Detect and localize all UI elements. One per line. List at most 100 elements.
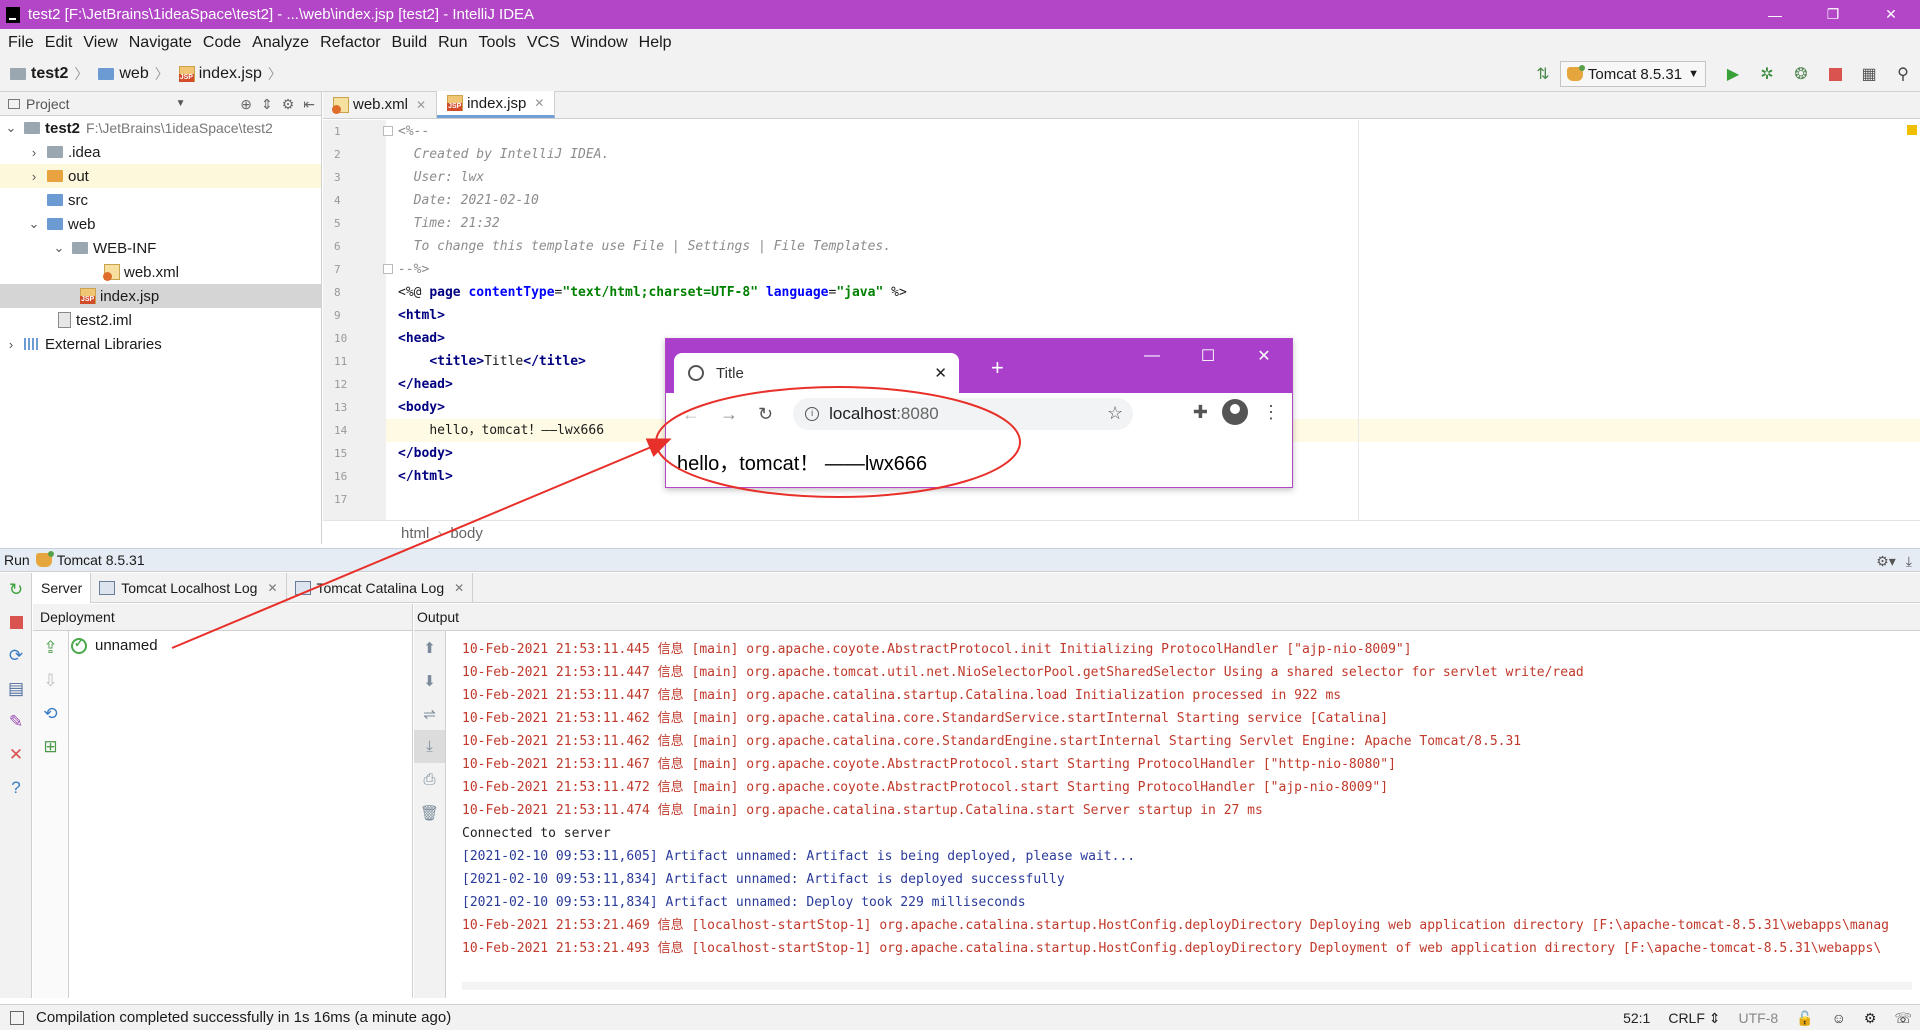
- menu-code[interactable]: Code: [199, 34, 248, 52]
- profile-avatar-icon[interactable]: [1222, 399, 1248, 425]
- gear-icon[interactable]: ⚙▾: [1876, 553, 1896, 570]
- tab-server[interactable]: Server: [33, 573, 92, 603]
- rerun-icon[interactable]: ↻: [0, 573, 32, 606]
- close-tab-icon[interactable]: ✕: [534, 96, 544, 110]
- stop-icon[interactable]: [1824, 63, 1846, 85]
- expanded-arrow-icon[interactable]: ⌄: [52, 240, 66, 256]
- caret-position[interactable]: 52:1: [1623, 1010, 1650, 1026]
- scroll-up-icon[interactable]: ⬆: [414, 631, 445, 664]
- print-icon[interactable]: ⎙: [414, 763, 445, 796]
- project-structure-icon[interactable]: ▦: [1858, 63, 1880, 85]
- bookmark-star-icon[interactable]: ☆: [1107, 403, 1123, 424]
- menu-navigate[interactable]: Navigate: [125, 34, 199, 52]
- collapsed-arrow-icon[interactable]: ›: [4, 337, 18, 352]
- tab-tomcat-localhost-log[interactable]: Tomcat Localhost Log ✕: [91, 573, 287, 603]
- tree-item-project-root[interactable]: ⌄ test2 F:\JetBrains\1ideaSpace\test2: [0, 116, 321, 140]
- menu-file[interactable]: File: [4, 34, 41, 52]
- tree-item-web-inf[interactable]: ⌄ WEB-INF: [0, 236, 321, 260]
- update-icon[interactable]: ⟳: [0, 639, 32, 672]
- menu-build[interactable]: Build: [388, 34, 435, 52]
- hide-panel-icon[interactable]: ⤓: [1906, 553, 1912, 570]
- tree-item-web-xml[interactable]: web.xml: [0, 260, 321, 284]
- collapsed-arrow-icon[interactable]: ›: [27, 145, 41, 160]
- tab-tomcat-catalina-log[interactable]: Tomcat Catalina Log ✕: [287, 573, 474, 603]
- collapsed-arrow-icon[interactable]: ›: [27, 169, 41, 184]
- breadcrumb-project[interactable]: test2 〉: [0, 64, 88, 84]
- help-icon[interactable]: ?: [0, 771, 32, 804]
- inspector-icon[interactable]: ☺: [1832, 1010, 1846, 1026]
- run-configuration-select[interactable]: Tomcat 8.5.31 ▼: [1559, 61, 1706, 87]
- breadcrumb-file[interactable]: index.jsp 〉: [169, 64, 282, 84]
- locate-icon[interactable]: ⊕: [240, 96, 252, 113]
- browser-tab[interactable]: Title ✕: [674, 353, 959, 393]
- menu-edit[interactable]: Edit: [41, 34, 80, 52]
- tab-index-jsp[interactable]: index.jsp ✕: [437, 91, 556, 118]
- restore-button[interactable]: ❐: [1804, 0, 1862, 29]
- gear-icon[interactable]: ⚙: [282, 96, 295, 113]
- lock-icon[interactable]: 🔓: [1796, 1010, 1813, 1027]
- tree-item-src[interactable]: src: [0, 188, 321, 212]
- expanded-arrow-icon[interactable]: ⌄: [4, 120, 18, 136]
- tree-item-web[interactable]: ⌄ web: [0, 212, 321, 236]
- menu-help[interactable]: Help: [635, 34, 679, 52]
- maximize-icon[interactable]: ☐: [1180, 339, 1236, 373]
- close-icon[interactable]: ✕: [1236, 339, 1292, 373]
- fold-marker-icon[interactable]: [383, 264, 393, 274]
- chevron-down-icon[interactable]: ▼: [176, 98, 186, 109]
- back-icon[interactable]: ←: [682, 404, 700, 425]
- menu-window[interactable]: Window: [567, 34, 635, 52]
- deploy-all-icon[interactable]: ⇪: [33, 631, 68, 664]
- status-message[interactable]: Compilation completed successfully in 1s…: [36, 1009, 451, 1026]
- event-log-icon[interactable]: ☏: [1894, 1010, 1912, 1027]
- coverage-icon[interactable]: ❂: [1790, 63, 1812, 85]
- console-output[interactable]: 10-Feb-2021 21:53:11.445 信息 [main] org.a…: [462, 638, 1912, 960]
- close-tab-icon[interactable]: ✕: [934, 364, 947, 382]
- expanded-arrow-icon[interactable]: ⌄: [27, 216, 41, 232]
- pin-icon[interactable]: ✎: [0, 705, 32, 738]
- close-button[interactable]: ✕: [1862, 0, 1920, 29]
- tab-web-xml[interactable]: web.xml ✕: [323, 91, 438, 118]
- menu-vcs[interactable]: VCS: [523, 34, 567, 52]
- new-tab-icon[interactable]: +: [991, 355, 1004, 381]
- memory-icon[interactable]: ⚙: [1864, 1010, 1877, 1027]
- clear-all-icon[interactable]: 🗑: [414, 796, 445, 829]
- scroll-to-end-icon[interactable]: ⤓: [414, 730, 445, 763]
- hide-icon[interactable]: ⇤: [303, 96, 315, 113]
- editor-breadcrumb-body[interactable]: body: [450, 525, 483, 542]
- close-icon[interactable]: ✕: [0, 738, 32, 771]
- tool-windows-icon[interactable]: [10, 1010, 24, 1025]
- deployment-item-unnamed[interactable]: unnamed: [71, 636, 158, 654]
- tree-item-out[interactable]: › out: [0, 164, 321, 188]
- minimize-button[interactable]: —: [1746, 0, 1804, 29]
- stop-icon[interactable]: [0, 606, 32, 639]
- project-panel-title[interactable]: Project: [26, 96, 70, 112]
- forward-icon[interactable]: →: [720, 404, 738, 425]
- menu-view[interactable]: View: [79, 34, 124, 52]
- menu-kebab-icon[interactable]: ⋮: [1262, 402, 1280, 423]
- menu-tools[interactable]: Tools: [474, 34, 522, 52]
- horizontal-scrollbar[interactable]: [462, 982, 1912, 990]
- tree-item-test2-iml[interactable]: test2.iml: [0, 308, 321, 332]
- soft-wrap-icon[interactable]: ⇌: [414, 697, 445, 730]
- close-tab-icon[interactable]: ✕: [454, 581, 464, 595]
- info-icon[interactable]: i: [805, 407, 820, 421]
- editor-breadcrumb-html[interactable]: html: [401, 525, 429, 542]
- tree-item-external-libraries[interactable]: › External Libraries: [0, 332, 321, 356]
- line-separator[interactable]: CRLF ⇕: [1668, 1010, 1720, 1027]
- menu-refactor[interactable]: Refactor: [316, 34, 387, 52]
- sort-icon[interactable]: ⇅: [1532, 63, 1554, 85]
- menu-analyze[interactable]: Analyze: [248, 34, 316, 52]
- menu-run[interactable]: Run: [434, 34, 474, 52]
- artifact-icon[interactable]: ⊞: [33, 730, 68, 763]
- reload-icon[interactable]: ↻: [758, 404, 773, 425]
- collapse-icon[interactable]: ⇕: [261, 96, 273, 113]
- search-icon[interactable]: ⚲: [1892, 63, 1914, 85]
- address-bar[interactable]: i localhost:8080 ☆: [793, 398, 1134, 430]
- layout-icon[interactable]: ▤: [0, 672, 32, 705]
- warning-stripe-marker[interactable]: [1907, 125, 1917, 135]
- redeploy-icon[interactable]: ⟲: [33, 697, 68, 730]
- extensions-icon[interactable]: ✚: [1193, 402, 1208, 423]
- scroll-down-icon[interactable]: ⬇: [414, 664, 445, 697]
- run-icon[interactable]: ▶: [1722, 63, 1744, 85]
- file-encoding[interactable]: UTF-8: [1739, 1010, 1779, 1026]
